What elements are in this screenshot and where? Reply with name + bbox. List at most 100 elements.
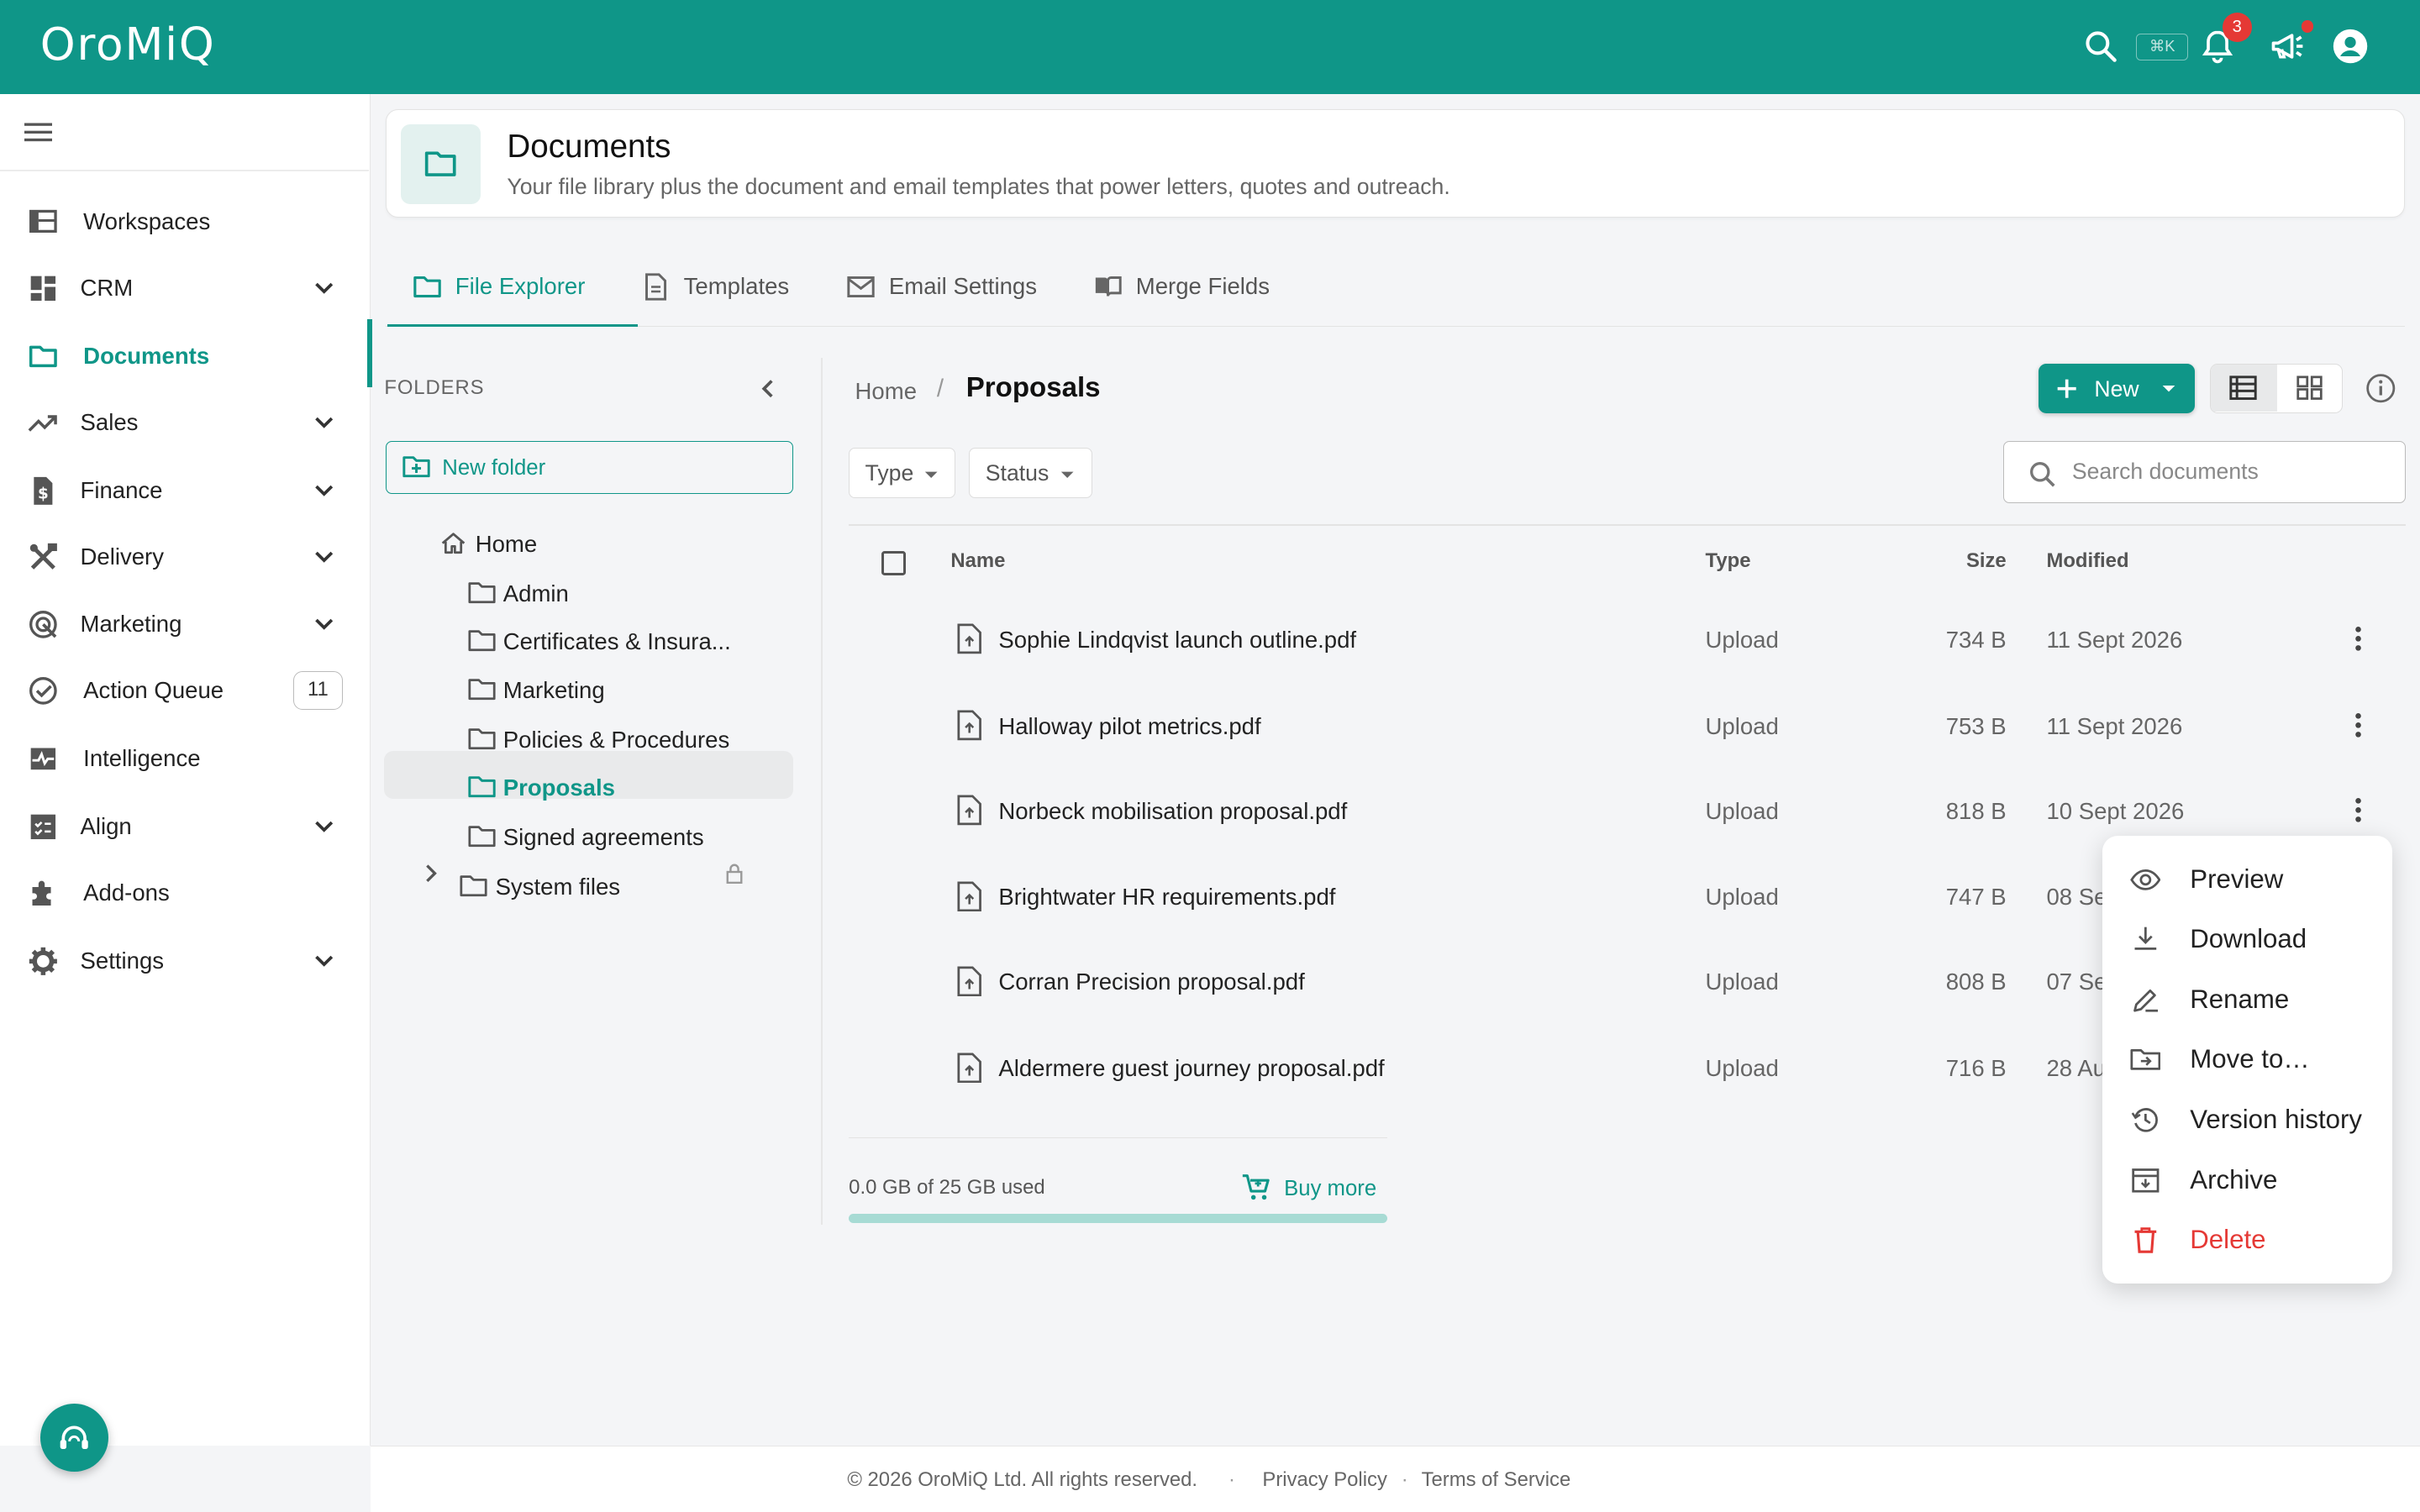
chevron-down-icon[interactable] bbox=[312, 813, 336, 837]
account-icon[interactable] bbox=[2332, 28, 2369, 65]
svg-text:$: $ bbox=[38, 485, 49, 502]
announcement-dot bbox=[2301, 19, 2314, 33]
tree-item-label: Marketing bbox=[502, 677, 605, 704]
file-size: 818 B bbox=[1945, 797, 2007, 824]
column-header-type[interactable]: Type bbox=[1706, 549, 1751, 573]
sidebar-item-add-ons[interactable]: Add-ons bbox=[0, 863, 371, 924]
cart-plus-icon bbox=[1242, 1174, 1270, 1200]
breadcrumb-home[interactable]: Home bbox=[855, 378, 917, 405]
tree-item-marketing[interactable]: Marketing bbox=[467, 665, 776, 715]
folder-icon bbox=[413, 273, 441, 301]
chevron-down-icon[interactable] bbox=[312, 477, 336, 501]
home-icon bbox=[439, 531, 467, 555]
sidebar-item-marketing[interactable]: Marketing bbox=[0, 594, 371, 655]
tree-item-certificates[interactable]: Certificates & Insura... bbox=[467, 616, 776, 665]
more-vert-icon[interactable] bbox=[2344, 710, 2372, 741]
pdf-file-icon bbox=[957, 623, 981, 654]
lock-icon bbox=[725, 863, 744, 885]
edit-icon bbox=[2133, 989, 2158, 1012]
chevron-down-icon[interactable] bbox=[312, 275, 336, 299]
sidebar-item-action-queue[interactable]: Action Queue 11 bbox=[0, 660, 371, 722]
search-icon[interactable] bbox=[2082, 28, 2119, 65]
search-input[interactable] bbox=[2071, 454, 2381, 489]
menu-item-version-history[interactable]: Version history bbox=[2102, 1092, 2392, 1147]
sidebar-item-crm[interactable]: CRM bbox=[0, 258, 371, 319]
view-toggle bbox=[2210, 364, 2344, 414]
tree-item-home[interactable]: Home bbox=[439, 518, 779, 568]
workspaces-icon bbox=[28, 207, 59, 238]
caret-down-icon[interactable] bbox=[2160, 376, 2178, 401]
type-filter[interactable]: Type bbox=[849, 447, 955, 499]
more-vert-icon[interactable] bbox=[2344, 795, 2372, 826]
more-vert-icon[interactable] bbox=[2344, 623, 2372, 654]
sidebar-item-finance[interactable]: $ Finance bbox=[0, 459, 371, 521]
new-button[interactable]: New bbox=[2039, 364, 2195, 414]
chevron-right-icon[interactable] bbox=[421, 861, 443, 885]
file-name[interactable]: Sophie Lindqvist launch outline.pdf bbox=[998, 627, 1356, 654]
menu-item-archive[interactable]: Archive bbox=[2102, 1152, 2392, 1208]
tab-file-explorer[interactable]: File Explorer bbox=[387, 253, 638, 328]
file-name[interactable]: Brightwater HR requirements.pdf bbox=[998, 884, 1335, 911]
sidebar-item-settings[interactable]: Settings bbox=[0, 931, 371, 992]
type-filter-label: Type bbox=[865, 460, 914, 486]
grid-view-button[interactable] bbox=[2277, 365, 2342, 411]
list-view-button[interactable] bbox=[2211, 365, 2278, 412]
folder-icon bbox=[467, 824, 496, 848]
terms-of-service-link[interactable]: Terms of Service bbox=[1422, 1468, 1571, 1492]
chevron-down-icon[interactable] bbox=[312, 611, 336, 635]
file-context-menu: Preview Download Rename Move to… Version… bbox=[2102, 836, 2392, 1284]
menu-item-rename[interactable]: Rename bbox=[2102, 972, 2392, 1027]
sidebar-item-delivery[interactable]: Delivery bbox=[0, 526, 371, 587]
status-filter[interactable]: Status bbox=[969, 447, 1093, 499]
file-name[interactable]: Corran Precision proposal.pdf bbox=[998, 969, 1304, 995]
menu-item-label: Preview bbox=[2190, 864, 2284, 894]
file-size: 753 B bbox=[1945, 712, 2007, 739]
file-name[interactable]: Aldermere guest journey proposal.pdf bbox=[998, 1055, 1384, 1082]
tab-bar: File Explorer Templates Email Settings M… bbox=[386, 253, 2405, 328]
chevron-down-icon[interactable] bbox=[312, 543, 336, 568]
new-folder-label: New folder bbox=[442, 455, 546, 480]
shortcut-hint: ⌘K bbox=[2135, 34, 2189, 60]
pdf-file-icon bbox=[957, 795, 981, 826]
tree-item-proposals[interactable]: Proposals bbox=[467, 762, 776, 811]
help-button[interactable] bbox=[39, 1404, 108, 1473]
sidebar-item-documents[interactable]: Documents bbox=[0, 319, 372, 387]
table-row[interactable]: Halloway pilot metrics.pdf Upload 753 B … bbox=[849, 684, 2406, 769]
menu-item-download[interactable]: Download bbox=[2102, 911, 2392, 967]
menu-icon[interactable] bbox=[24, 118, 53, 146]
sidebar-item-workspaces[interactable]: Workspaces bbox=[0, 192, 371, 253]
tab-merge-fields[interactable]: Merge Fields bbox=[1094, 253, 1279, 325]
new-folder-button[interactable]: New folder bbox=[386, 441, 794, 494]
tree-item-policies[interactable]: Policies & Procedures bbox=[467, 714, 776, 764]
info-icon[interactable] bbox=[2365, 372, 2397, 405]
chevron-left-icon[interactable] bbox=[756, 376, 781, 401]
sidebar-item-sales[interactable]: Sales bbox=[0, 392, 371, 454]
app-logo[interactable]: OroMiQ bbox=[40, 18, 216, 71]
column-header-name[interactable]: Name bbox=[950, 549, 1005, 573]
folder-plus-icon bbox=[402, 456, 430, 478]
tab-email-settings[interactable]: Email Settings bbox=[847, 253, 1044, 325]
column-header-modified[interactable]: Modified bbox=[2046, 549, 2128, 573]
file-name[interactable]: Halloway pilot metrics.pdf bbox=[998, 713, 1260, 740]
table-row[interactable]: Sophie Lindqvist launch outline.pdf Uplo… bbox=[849, 597, 2406, 682]
sidebar-item-align[interactable]: Align bbox=[0, 796, 371, 858]
menu-item-delete[interactable]: Delete bbox=[2102, 1213, 2392, 1268]
sidebar-item-label: Action Queue bbox=[83, 677, 224, 704]
folders-heading: FOLDERS bbox=[384, 376, 485, 400]
menu-item-move-to[interactable]: Move to… bbox=[2102, 1032, 2392, 1088]
tree-item-system-files[interactable]: System files bbox=[460, 861, 753, 911]
select-all-checkbox[interactable] bbox=[881, 550, 907, 576]
megaphone-icon[interactable] bbox=[2269, 28, 2306, 65]
sidebar-divider bbox=[0, 170, 369, 171]
menu-item-preview[interactable]: Preview bbox=[2102, 852, 2392, 907]
chevron-down-icon[interactable] bbox=[312, 409, 336, 433]
chevron-down-icon[interactable] bbox=[312, 948, 336, 972]
column-header-size[interactable]: Size bbox=[1966, 549, 2007, 573]
sidebar-item-intelligence[interactable]: Intelligence bbox=[0, 728, 371, 790]
privacy-policy-link[interactable]: Privacy Policy bbox=[1262, 1468, 1387, 1492]
tree-item-admin[interactable]: Admin bbox=[467, 568, 776, 617]
tree-item-signed-agreements[interactable]: Signed agreements bbox=[467, 811, 776, 861]
file-name[interactable]: Norbeck mobilisation proposal.pdf bbox=[998, 798, 1347, 825]
menu-item-label: Delete bbox=[2190, 1225, 2266, 1255]
tab-templates[interactable]: Templates bbox=[642, 253, 797, 325]
